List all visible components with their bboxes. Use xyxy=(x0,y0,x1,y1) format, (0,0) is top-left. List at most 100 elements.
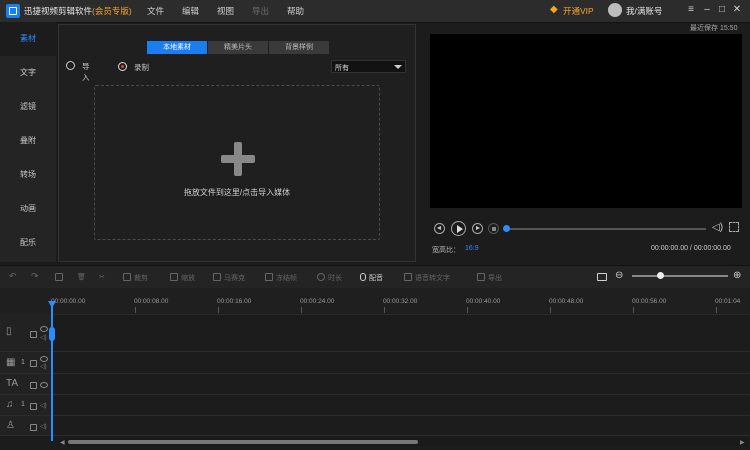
media-filter-select[interactable]: 所有 xyxy=(331,60,406,73)
menu-edit[interactable]: 编辑 xyxy=(182,5,199,17)
zoom-clip-icon xyxy=(170,273,178,281)
undo-icon[interactable]: ↶ xyxy=(9,271,17,282)
avatar[interactable] xyxy=(608,3,622,17)
preview-screen xyxy=(430,34,742,208)
stop-button[interactable] xyxy=(488,223,499,234)
vip-button[interactable]: 开通VIP xyxy=(563,5,594,17)
menu-file[interactable]: 文件 xyxy=(147,5,164,17)
zoom-in-icon[interactable]: ⊕ xyxy=(733,270,741,281)
text-track[interactable]: TA xyxy=(0,374,750,395)
eye-icon[interactable] xyxy=(40,326,48,332)
time-readout: 00:00:00.00 / 00:00:00.00 xyxy=(651,245,731,252)
tab-local-media[interactable]: 本地素材 xyxy=(147,41,207,54)
volume-icon[interactable]: ◁) xyxy=(712,222,723,233)
mosaic-button[interactable]: 马赛克 xyxy=(213,273,245,283)
playback-progress-handle[interactable] xyxy=(503,225,510,232)
timeline-scrollbar-thumb[interactable] xyxy=(68,440,418,444)
menu-view[interactable]: 视图 xyxy=(217,5,234,17)
edit-icon[interactable] xyxy=(55,273,66,282)
timeline-ruler[interactable]: 00:00:00.00 00:00:08.00 00:00:16.00 00:0… xyxy=(0,288,750,315)
fullscreen-icon[interactable] xyxy=(729,222,739,232)
track-number: 1 xyxy=(21,359,25,366)
sidebar-item-media[interactable]: 素材 xyxy=(0,22,56,56)
minimize-icon[interactable]: – xyxy=(701,3,713,17)
eye-icon[interactable] xyxy=(40,356,48,362)
fit-timeline-icon[interactable] xyxy=(597,273,610,282)
menu-export[interactable]: 导出 xyxy=(252,5,269,17)
ruler-label: 00:01:04 xyxy=(715,298,741,305)
scroll-left-icon[interactable]: ◀ xyxy=(60,439,65,446)
lock-icon[interactable] xyxy=(30,360,37,367)
plus-icon xyxy=(221,142,255,176)
eye-icon[interactable] xyxy=(40,382,48,388)
crop-button[interactable]: 裁剪 xyxy=(123,273,148,283)
previous-frame-button[interactable] xyxy=(434,223,445,234)
speaker-icon[interactable]: ◁) xyxy=(40,334,47,341)
lock-icon[interactable] xyxy=(30,382,37,389)
split-icon[interactable]: ✂ xyxy=(99,273,105,281)
aspect-ratio-label: 宽高比： xyxy=(432,247,460,254)
record-button[interactable]: 录制 xyxy=(134,62,149,73)
scroll-right-icon[interactable]: ▶ xyxy=(740,439,745,446)
close-icon[interactable]: ✕ xyxy=(731,3,743,17)
dubbing-button[interactable]: 配音 xyxy=(360,273,383,283)
sidebar-item-filter[interactable]: 滤镜 xyxy=(0,90,56,124)
ruler-tick xyxy=(633,307,634,313)
overlay-video-track[interactable]: ▦ 1 ◁) xyxy=(0,352,750,374)
aspect-ratio-select[interactable]: 16:9 xyxy=(465,245,479,252)
ruler-label: 00:00:24.00 xyxy=(300,298,335,305)
filter-value: 所有 xyxy=(335,65,349,72)
duration-button[interactable]: 时长 xyxy=(317,273,342,283)
delete-icon[interactable]: 🗑 xyxy=(77,273,86,281)
zoom-out-icon[interactable]: ⊖ xyxy=(615,270,623,281)
sidebar-item-text[interactable]: 文字 xyxy=(0,56,56,90)
timeline-zoom-slider[interactable] xyxy=(632,275,728,277)
film-icon: ▦ xyxy=(6,357,16,368)
record-icon[interactable] xyxy=(118,62,127,71)
speech-text-icon xyxy=(404,273,412,281)
menu-help[interactable]: 帮助 xyxy=(287,5,304,17)
account-name[interactable]: 我/满账号 xyxy=(626,5,662,17)
ruler-label: 00:00:40.00 xyxy=(466,298,501,305)
export-clip-button[interactable]: 导出 xyxy=(477,273,502,283)
redo-icon[interactable]: ↷ xyxy=(31,271,39,282)
export-icon xyxy=(477,273,485,281)
lock-icon[interactable] xyxy=(30,424,37,431)
ruler-label: 00:00:32.00 xyxy=(383,298,418,305)
media-dropzone[interactable]: 拖放文件到这里/点击导入媒体 xyxy=(94,85,380,240)
microphone-icon xyxy=(360,273,366,281)
sidebar-item-transition[interactable]: 转场 xyxy=(0,158,56,192)
lock-icon[interactable] xyxy=(30,331,37,338)
main-video-track[interactable]: ▯ ◁) xyxy=(0,314,750,352)
play-button[interactable] xyxy=(451,221,466,236)
menu-icon[interactable]: ≡ xyxy=(685,3,697,17)
playback-progress-bar[interactable] xyxy=(506,228,706,230)
ruler-label: 00:00:56.00 xyxy=(632,298,667,305)
ruler-tick xyxy=(467,307,468,313)
speaker-icon[interactable]: ◁) xyxy=(40,423,47,430)
ruler-tick xyxy=(550,307,551,313)
zoom-clip-button[interactable]: 缩放 xyxy=(170,273,195,283)
playhead-line[interactable] xyxy=(51,301,53,441)
ruler-label: 00:00:08.00 xyxy=(134,298,169,305)
next-frame-button[interactable] xyxy=(472,223,483,234)
sidebar-item-animation[interactable]: 动画 xyxy=(0,192,56,226)
lock-icon[interactable] xyxy=(30,403,37,410)
import-label: 导入 xyxy=(82,62,90,82)
voice-track[interactable]: ♙ ◁) xyxy=(0,416,750,436)
freeze-frame-button[interactable]: 冻结帧 xyxy=(265,273,297,283)
maximize-icon[interactable]: □ xyxy=(716,3,728,17)
sidebar-item-music[interactable]: 配乐 xyxy=(0,226,56,260)
speaker-icon[interactable]: ◁) xyxy=(40,363,47,370)
speech-to-text-button[interactable]: 语音转文字 xyxy=(404,273,450,283)
ruler-tick xyxy=(135,307,136,313)
last-saved-status: 最近保存 15:50 xyxy=(690,25,738,32)
tab-backgrounds[interactable]: 背景样例 xyxy=(269,41,329,54)
timeline-zoom-handle[interactable] xyxy=(657,272,664,279)
sidebar-item-overlay[interactable]: 叠附 xyxy=(0,124,56,158)
import-icon xyxy=(66,61,75,70)
tab-intros[interactable]: 精美片头 xyxy=(208,41,268,54)
music-track[interactable]: ♫ 1 ◁) xyxy=(0,395,750,416)
speaker-icon[interactable]: ◁) xyxy=(40,402,47,409)
playhead-grip[interactable] xyxy=(49,327,55,341)
